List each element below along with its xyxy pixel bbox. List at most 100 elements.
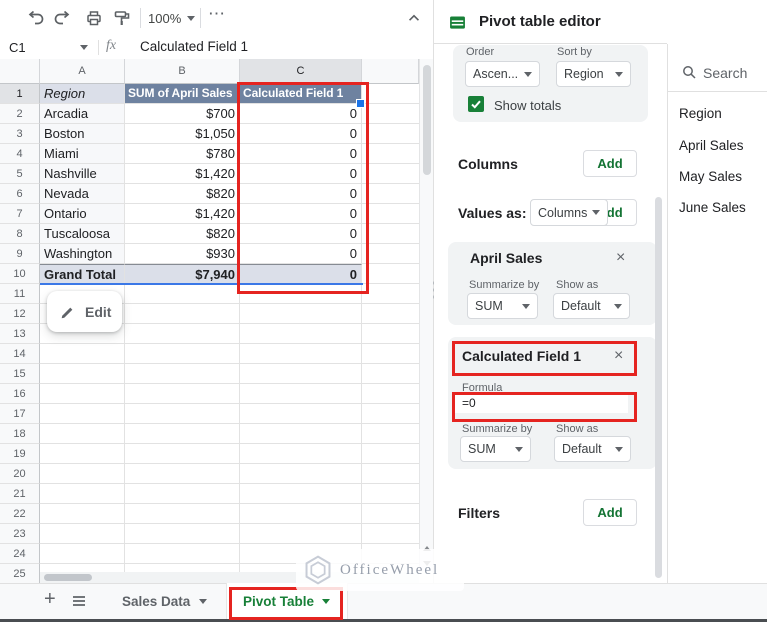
more-options-button[interactable]: ⋯ [208,4,226,24]
row-header-21[interactable]: 21 [0,484,40,504]
row-header-6[interactable]: 6 [0,184,40,204]
collapse-toolbar-button[interactable] [404,8,424,28]
cell-C6[interactable]: 0 [240,184,362,204]
row-header-14[interactable]: 14 [0,344,40,364]
cell-A3[interactable]: Boston [40,124,125,144]
scroll-up-arrow[interactable] [423,544,431,552]
scrollbar-thumb[interactable] [423,65,431,175]
horizontal-scrollbar[interactable] [40,572,419,583]
edit-pivot-button[interactable]: Edit [47,291,122,332]
row-header-25[interactable]: 25 [0,564,40,583]
paint-format-button[interactable] [112,8,132,28]
field-item-june-sales[interactable]: June Sales [679,200,746,215]
cell-B6[interactable]: $820 [125,184,240,204]
cell-C9[interactable]: 0 [240,244,362,264]
cell-C3[interactable]: 0 [240,124,362,144]
cell-A2[interactable]: Arcadia [40,104,125,124]
row-header-18[interactable]: 18 [0,424,40,444]
columns-add-button[interactable]: Add [583,150,637,177]
formula-input[interactable]: Calculated Field 1 [140,39,248,54]
cell-A9[interactable]: Washington [40,244,125,264]
field-item-may-sales[interactable]: May Sales [679,169,742,184]
sortby-dropdown[interactable]: Region [556,61,631,87]
summarize-by-dropdown[interactable]: SUM [467,293,538,319]
row-header-12[interactable]: 12 [0,304,40,324]
name-box[interactable]: C1 [0,36,98,58]
summarize-by-dropdown[interactable]: SUM [460,436,531,462]
row-header-7[interactable]: 7 [0,204,40,224]
close-icon[interactable]: × [614,348,623,364]
row-header-9[interactable]: 9 [0,244,40,264]
close-icon[interactable]: × [616,250,625,266]
cell-C1[interactable]: Calculated Field 1 [240,84,362,104]
undo-icon [27,9,45,27]
row-header-1[interactable]: 1 [0,84,40,104]
row-header-11[interactable]: 11 [0,284,40,304]
row-header-3[interactable]: 3 [0,124,40,144]
cell-A6[interactable]: Nevada [40,184,125,204]
order-dropdown[interactable]: Ascen... [465,61,540,87]
cell-A4[interactable]: Miami [40,144,125,164]
cell-B5[interactable]: $1,420 [125,164,240,184]
filters-add-button[interactable]: Add [583,499,637,526]
cell-A5[interactable]: Nashville [40,164,125,184]
column-header-A[interactable]: A [40,59,125,84]
show-as-dropdown[interactable]: Default [553,293,630,319]
cell-B9[interactable]: $930 [125,244,240,264]
cell-C10[interactable]: 0 [240,264,362,284]
print-button[interactable] [84,8,104,28]
row-header-15[interactable]: 15 [0,364,40,384]
row-header-20[interactable]: 20 [0,464,40,484]
field-item-april-sales[interactable]: April Sales [679,138,744,153]
column-header-partial[interactable] [362,59,419,84]
row-header-24[interactable]: 24 [0,544,40,564]
cell-C8[interactable]: 0 [240,224,362,244]
selection-fill-handle[interactable] [356,99,365,108]
undo-button[interactable] [26,8,46,28]
cell-C2[interactable]: 0 [240,104,362,124]
row-header-10[interactable]: 10 [0,264,40,284]
cell-A7[interactable]: Ontario [40,204,125,224]
cell-A10[interactable]: Grand Total [40,264,125,284]
calculated-field-formula-input[interactable]: =0 [455,395,628,413]
row-header-8[interactable]: 8 [0,224,40,244]
all-sheets-button[interactable] [71,593,87,614]
row-header-2[interactable]: 2 [0,104,40,124]
scroll-down-arrow[interactable] [423,559,431,567]
row-header-4[interactable]: 4 [0,144,40,164]
cell-B10[interactable]: $7,940 [125,264,240,284]
row-header-23[interactable]: 23 [0,524,40,544]
row-header-19[interactable]: 19 [0,444,40,464]
scrollbar-thumb[interactable] [44,574,92,581]
show-totals-checkbox[interactable] [468,96,484,112]
cell-B3[interactable]: $1,050 [125,124,240,144]
column-header-C[interactable]: C [240,59,362,84]
row-header-16[interactable]: 16 [0,384,40,404]
zoom-control[interactable]: 100% [148,7,195,29]
panel-scrollbar[interactable] [655,197,662,578]
field-item-region[interactable]: Region [679,106,722,121]
column-header-B[interactable]: B [125,59,240,84]
cell-C7[interactable]: 0 [240,204,362,224]
vertical-scrollbar[interactable] [419,59,433,572]
cell-B7[interactable]: $1,420 [125,204,240,224]
cell-B1[interactable]: SUM of April Sales [125,84,240,104]
row-header-17[interactable]: 17 [0,404,40,424]
redo-button[interactable] [52,8,72,28]
tab-pivot-table-content[interactable]: Pivot Table [243,594,330,609]
row-header-5[interactable]: 5 [0,164,40,184]
cell-A1[interactable]: Region [40,84,125,104]
tab-sales-data[interactable]: Sales Data [122,594,207,609]
select-all-corner[interactable] [0,59,40,84]
cell-C5[interactable]: 0 [240,164,362,184]
cell-B2[interactable]: $700 [125,104,240,124]
values-as-dropdown[interactable]: Columns [530,199,608,226]
cell-C4[interactable]: 0 [240,144,362,164]
row-header-13[interactable]: 13 [0,324,40,344]
show-as-dropdown[interactable]: Default [554,436,631,462]
add-sheet-button[interactable]: + [44,588,56,611]
row-header-22[interactable]: 22 [0,504,40,524]
cell-A8[interactable]: Tuscaloosa [40,224,125,244]
cell-B4[interactable]: $780 [125,144,240,164]
cell-B8[interactable]: $820 [125,224,240,244]
